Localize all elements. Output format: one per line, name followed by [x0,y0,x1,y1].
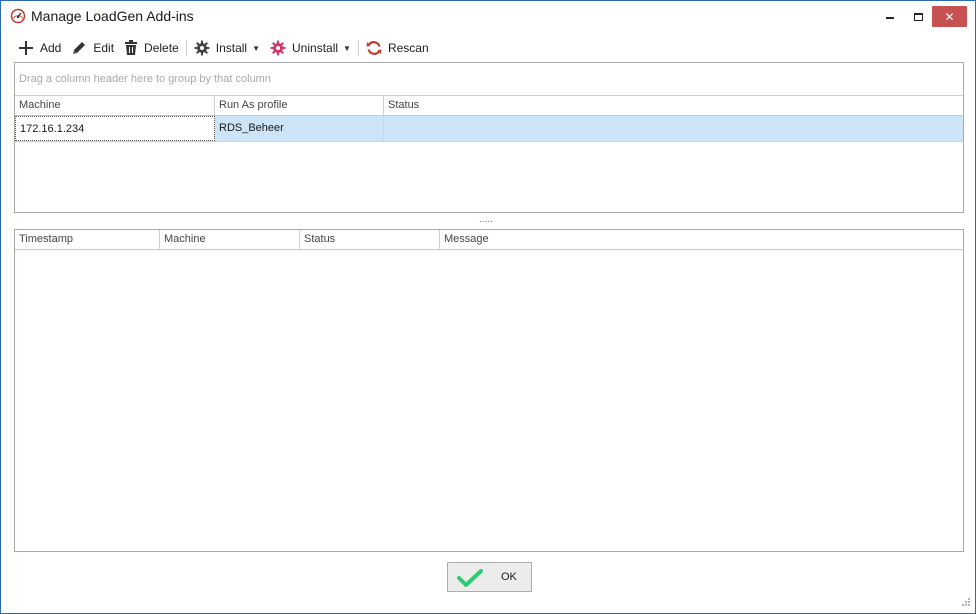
close-icon: ✕ [944,9,955,24]
maximize-icon [913,12,923,21]
gear-pink-icon [270,40,286,56]
title-bar: Manage LoadGen Add-ins ✕ [1,1,975,32]
rescan-button[interactable]: Rescan [361,36,434,60]
minimize-icon [886,16,894,19]
install-label: Install [215,41,248,55]
column-header-run-as-profile[interactable]: Run As profile [215,96,384,115]
trash-icon [125,40,138,55]
edit-label: Edit [93,41,115,55]
toolbar: Add Edit Delete Install ▼ Uninstall ▼ Re… [13,36,434,60]
machines-grid[interactable]: Drag a column header here to group by th… [14,62,964,213]
log-grid[interactable]: Timestamp Machine Status Message [14,229,964,552]
column-header-status[interactable]: Status [384,96,963,115]
chevron-down-icon: ▼ [252,43,261,53]
delete-label: Delete [144,41,179,55]
ok-button[interactable]: OK [447,562,532,592]
toolbar-separator [357,40,359,56]
chevron-down-icon: ▼ [343,43,351,53]
column-header-timestamp[interactable]: Timestamp [15,230,160,249]
uninstall-label: Uninstall [292,41,339,55]
ok-label: OK [501,571,517,583]
refresh-icon [366,41,382,55]
plus-icon [19,41,33,55]
add-button[interactable]: Add [13,36,66,60]
column-header-machine[interactable]: Machine [15,96,215,115]
toolbar-separator [185,40,187,56]
splitter-handle[interactable]: ..... [479,215,493,225]
window-title: Manage LoadGen Add-ins [31,8,194,24]
cell-run-as-profile[interactable]: RDS_Beheer [215,116,384,141]
uninstall-dropdown[interactable]: Uninstall ▼ [265,36,356,60]
column-header-machine[interactable]: Machine [160,230,300,249]
edit-button[interactable]: Edit [66,36,119,60]
group-by-panel[interactable]: Drag a column header here to group by th… [15,63,963,96]
pencil-icon [73,42,86,54]
checkmark-icon [457,569,483,587]
loadgen-gauge-icon [10,8,26,24]
cell-machine[interactable]: 172.16.1.234 [15,116,215,141]
delete-button[interactable]: Delete [119,36,184,60]
machines-grid-header: Machine Run As profile Status [15,96,963,116]
column-header-message[interactable]: Message [440,230,963,249]
resize-grip-icon[interactable] [959,597,971,609]
close-button[interactable]: ✕ [932,6,967,27]
install-dropdown[interactable]: Install ▼ [189,36,265,60]
manage-addins-window: Manage LoadGen Add-ins ✕ Add Edit Delete… [0,0,976,614]
column-header-status[interactable]: Status [300,230,440,249]
gear-icon [194,40,210,56]
add-label: Add [40,41,62,55]
rescan-label: Rescan [387,41,429,55]
table-row[interactable]: 172.16.1.234 RDS_Beheer [15,116,963,142]
maximize-button[interactable] [902,6,934,27]
log-grid-header: Timestamp Machine Status Message [15,230,963,250]
cell-status[interactable] [384,116,963,141]
